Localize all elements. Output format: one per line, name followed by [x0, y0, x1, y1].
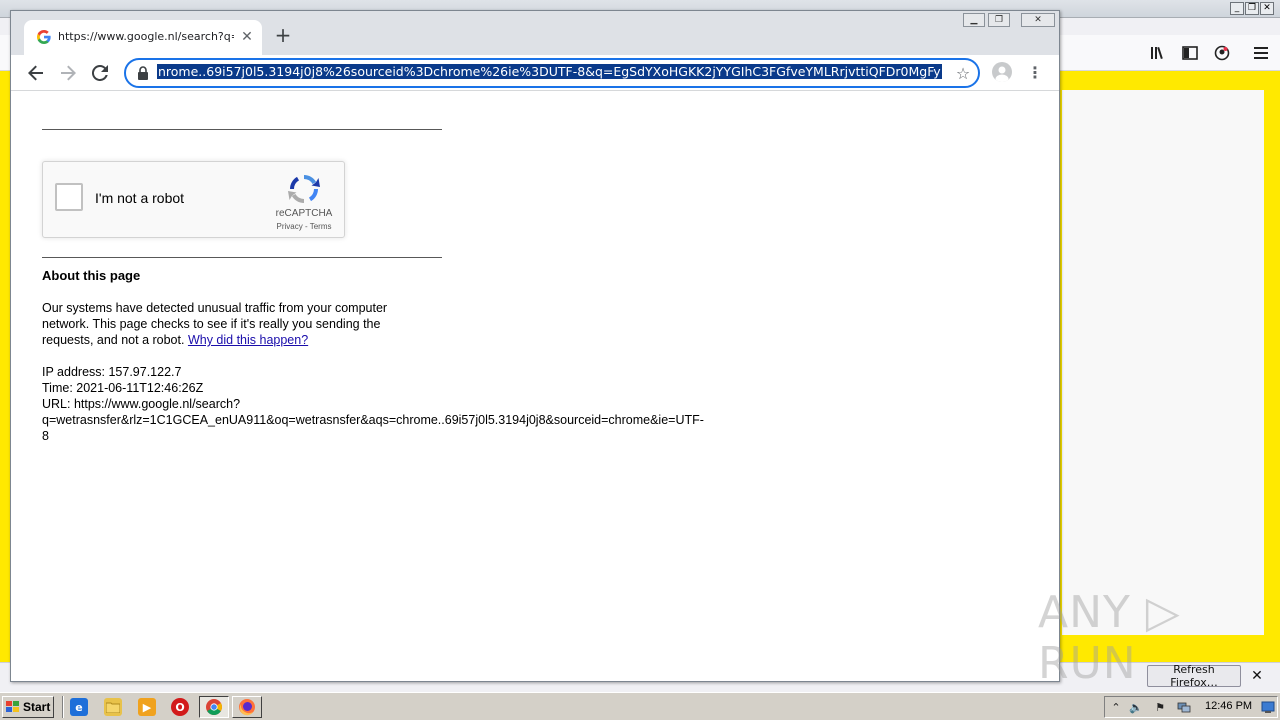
tab-title: https://www.google.nl/search?q=w	[58, 30, 234, 43]
recaptcha-checkbox[interactable]	[55, 183, 83, 211]
more-menu-icon[interactable]: ⋮	[1025, 62, 1045, 82]
request-info: IP address: 157.97.122.7 Time: 2021-06-1…	[42, 364, 742, 444]
google-favicon-icon	[37, 30, 51, 44]
tab-strip: https://www.google.nl/search?q=w ✕ + ▁ ❐…	[11, 11, 1059, 55]
privacy-link[interactable]: Privacy	[277, 222, 303, 231]
show-desktop-icon[interactable]	[1261, 700, 1275, 714]
tray-expand-icon[interactable]: ⌃	[1109, 700, 1123, 714]
terms-link[interactable]: Terms	[310, 222, 332, 231]
taskbar: Start e ▶ O ⌃ 🔈 ⚑ 12:46 PM	[0, 692, 1280, 720]
start-button[interactable]: Start	[2, 696, 54, 718]
folder-icon[interactable]	[104, 698, 122, 716]
address-bar[interactable]: nrome..69i57j0l5.3194j0j8%26sourceid%3Dc…	[124, 58, 980, 88]
back-arrow-icon[interactable]	[24, 61, 48, 85]
reload-icon[interactable]	[88, 61, 112, 85]
window-restore-button[interactable]: ❐	[988, 13, 1010, 27]
window-close-button[interactable]: ✕	[1021, 13, 1055, 27]
account-icon[interactable]	[1212, 43, 1232, 63]
windows-logo-icon	[6, 701, 19, 712]
tab-close-icon[interactable]: ✕	[239, 29, 255, 45]
forward-arrow-icon[interactable]	[56, 61, 80, 85]
network-icon[interactable]	[1177, 700, 1191, 714]
about-text: Our systems have detected unusual traffi…	[42, 300, 422, 348]
taskbar-chrome-button[interactable]	[199, 696, 229, 718]
anyrun-watermark: ANY ▷ RUN	[1038, 587, 1181, 689]
firefox-content-panel	[1062, 90, 1264, 635]
taskbar-firefox-button[interactable]	[232, 696, 262, 718]
flag-icon[interactable]: ⚑	[1153, 700, 1167, 714]
library-icon[interactable]	[1148, 43, 1168, 63]
captcha-page: I'm not a robot reCAPTCHA Privacy - Term…	[11, 92, 1059, 681]
firefox-restore-button[interactable]: ❐	[1245, 2, 1259, 15]
bookmark-star-icon[interactable]: ☆	[953, 63, 973, 83]
firefox-close-button[interactable]: ✕	[1260, 2, 1274, 15]
url-line-end: 8	[42, 429, 49, 443]
sidebar-icon[interactable]	[1180, 43, 1200, 63]
close-icon[interactable]: ✕	[1249, 668, 1265, 684]
new-tab-icon[interactable]: +	[273, 25, 293, 45]
about-heading: About this page	[42, 268, 141, 283]
media-player-icon[interactable]: ▶	[138, 698, 156, 716]
divider	[42, 257, 442, 258]
ip-address-line: IP address: 157.97.122.7	[42, 365, 182, 379]
profile-avatar-icon[interactable]	[992, 62, 1012, 82]
recaptcha-label: I'm not a robot	[95, 190, 185, 206]
system-tray: ⌃ 🔈 ⚑ 12:46 PM	[1104, 696, 1278, 718]
url-text[interactable]: nrome..69i57j0l5.3194j0j8%26sourceid%3Dc…	[157, 64, 943, 82]
divider	[42, 129, 442, 130]
chrome-toolbar: nrome..69i57j0l5.3194j0j8%26sourceid%3Dc…	[11, 55, 1059, 91]
why-did-this-happen-link[interactable]: Why did this happen?	[188, 333, 308, 347]
window-minimize-button[interactable]: ▁	[963, 13, 985, 27]
taskbar-separator	[62, 696, 64, 718]
recaptcha-brand: reCAPTCHA	[275, 208, 333, 219]
tab-google-search[interactable]: https://www.google.nl/search?q=w ✕	[24, 20, 262, 55]
chrome-window: https://www.google.nl/search?q=w ✕ + ▁ ❐…	[10, 10, 1060, 682]
lock-icon[interactable]	[137, 66, 149, 80]
recaptcha-links: Privacy - Terms	[265, 222, 343, 231]
url-line-continued: q=wetrasnsfer&rlz=1C1GCEA_enUA911&oq=wet…	[42, 413, 704, 427]
url-selection: nrome..69i57j0l5.3194j0j8%26sourceid%3Dc…	[157, 64, 942, 79]
firefox-icon	[239, 699, 255, 716]
recaptcha-widget: I'm not a robot reCAPTCHA Privacy - Term…	[42, 161, 345, 238]
time-line: Time: 2021-06-11T12:46:26Z	[42, 381, 204, 395]
hamburger-menu-icon[interactable]	[1251, 43, 1271, 63]
link-separator: -	[302, 222, 310, 231]
firefox-minimize-button[interactable]: _	[1230, 2, 1244, 15]
clock: 12:46 PM	[1205, 700, 1253, 712]
internet-explorer-icon[interactable]: e	[70, 698, 88, 716]
volume-icon[interactable]: 🔈	[1129, 700, 1143, 714]
chrome-icon	[206, 699, 222, 715]
url-line: URL: https://www.google.nl/search?	[42, 397, 241, 411]
recaptcha-logo-icon	[288, 175, 320, 203]
start-label: Start	[23, 700, 51, 714]
opera-icon[interactable]: O	[171, 698, 189, 716]
